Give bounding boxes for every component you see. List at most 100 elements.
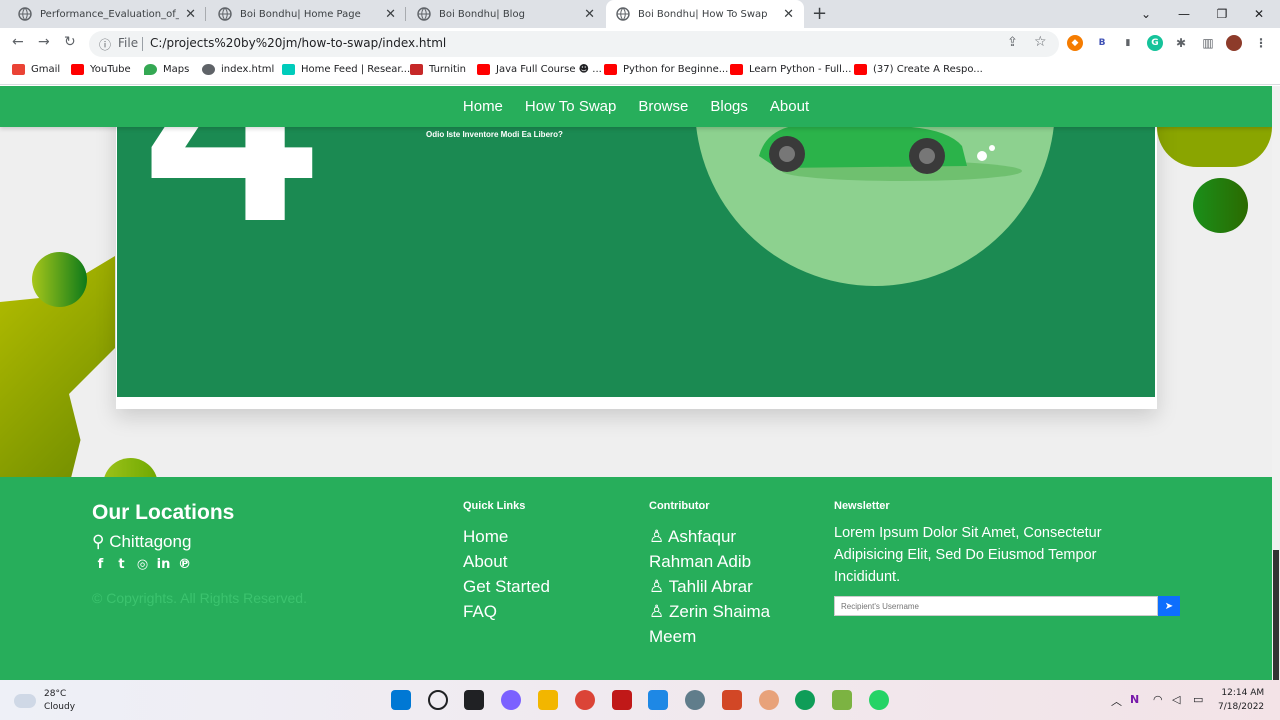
step-card-content: 4 Odio Iste Inventore Modi Ea Libero? (117, 86, 1155, 397)
twitter-icon[interactable]: t (113, 557, 130, 572)
tab-blog[interactable]: Boi Bondhu| Blog ✕ (407, 0, 605, 28)
tab-performance-evaluation[interactable]: Performance_Evaluation_of_Vario ✕ (8, 0, 206, 28)
minimize-icon[interactable]: — (1165, 0, 1203, 28)
whatsapp-icon[interactable] (869, 690, 889, 710)
close-tab-icon[interactable]: ✕ (584, 7, 595, 22)
edge-icon[interactable] (795, 690, 815, 710)
clock-date: 7/18/2022 (1218, 702, 1265, 712)
chat-icon[interactable] (501, 690, 521, 710)
close-tab-icon[interactable]: ✕ (783, 7, 794, 22)
start-icon[interactable] (391, 690, 411, 710)
quick-link-about[interactable]: About (463, 549, 550, 574)
bookmark-maps[interactable]: Maps (144, 64, 189, 75)
facebook-icon[interactable]: f (92, 557, 109, 572)
bookmark-gmail[interactable]: Gmail (12, 64, 60, 75)
nav-about[interactable]: About (770, 98, 809, 115)
quick-links-list: Home About Get Started FAQ (463, 524, 550, 624)
puzzle-extensions-icon[interactable]: ✱ (1173, 35, 1189, 51)
tab-home-page[interactable]: Boi Bondhu| Home Page ✕ (208, 0, 406, 28)
winrar-icon[interactable] (832, 690, 852, 710)
weather-widget[interactable]: 28°C Cloudy (14, 688, 75, 714)
file-explorer-icon[interactable] (538, 690, 558, 710)
contributor-item: ♙ Tahlil Abrar (649, 577, 753, 596)
show-hidden-icons-chevron-icon[interactable]: ︿ (1111, 693, 1122, 709)
info-icon[interactable]: ⓘ (99, 36, 111, 53)
profile-avatar[interactable] (1226, 35, 1242, 51)
battery-icon[interactable]: ▭ (1193, 693, 1203, 706)
bookmark-index[interactable]: index.html (202, 64, 274, 75)
system-clock[interactable]: 12:14 AM 7/18/2022 (1218, 686, 1264, 714)
globe-icon (202, 64, 215, 75)
bookmarks-bar: Gmail YouTube Maps index.html Home Feed … (0, 59, 1280, 85)
nav-home[interactable]: Home (463, 98, 503, 115)
bookmark-java-course[interactable]: Java Full Course ☻ ... (477, 64, 602, 75)
settings-gear-icon[interactable] (685, 690, 705, 710)
bookmark-star-icon[interactable]: ☆ (1034, 34, 1047, 50)
grammarly-icon[interactable]: G (1147, 35, 1163, 51)
search-icon[interactable] (428, 690, 448, 710)
quick-link-home[interactable]: Home (463, 524, 550, 549)
youtube-icon (854, 64, 867, 75)
bookmark-researchgate[interactable]: Home Feed | Resear... (282, 64, 410, 75)
youtube-icon (477, 64, 490, 75)
tab-how-to-swap[interactable]: Boi Bondhu| How To Swap ✕ (606, 0, 804, 28)
volume-icon[interactable]: ◁ (1172, 693, 1180, 706)
contributor-list: ♙ Ashfaqur Rahman Adib ♙ Tahlil Abrar ♙ … (649, 524, 799, 649)
new-tab-icon[interactable]: + (812, 3, 827, 24)
photos-icon[interactable] (648, 690, 668, 710)
nav-how-to-swap[interactable]: How To Swap (525, 98, 616, 115)
chrome-icon[interactable] (575, 690, 595, 710)
url-text[interactable]: C:/projects%20by%20jm/how-to-swap/index.… (150, 36, 446, 50)
browser-toolbar: ← → ↻ ⓘ File C:/projects%20by%20jm/how-t… (0, 28, 1280, 59)
address-bar[interactable]: ⓘ File C:/projects%20by%20jm/how-to-swap… (89, 31, 1059, 57)
person-icon: ♙ (649, 527, 665, 546)
side-panel-icon[interactable]: ▥ (1200, 35, 1216, 51)
newsletter-send-button[interactable]: ➤ (1158, 596, 1180, 616)
bookmark-learn-python[interactable]: Learn Python - Full... (730, 64, 851, 75)
cloud-icon (14, 694, 36, 708)
youtube-icon (71, 64, 84, 75)
forward-icon[interactable]: → (38, 34, 50, 50)
bookmark-create-responsive[interactable]: (37) Create A Respo... (854, 64, 983, 75)
extension-b-icon[interactable]: B (1094, 35, 1110, 51)
mcafee-icon[interactable] (612, 690, 632, 710)
globe-icon (218, 7, 232, 21)
linkedin-icon[interactable]: in (155, 557, 172, 572)
step-card: 4 Odio Iste Inventore Modi Ea Libero? (116, 86, 1157, 409)
weather-temp: 28°C (44, 689, 67, 699)
nav-blogs[interactable]: Blogs (710, 98, 748, 115)
site-navbar: Home How To Swap Browse Blogs About (0, 86, 1272, 127)
close-tab-icon[interactable]: ✕ (385, 7, 396, 22)
wifi-icon[interactable]: ◠ (1153, 693, 1163, 706)
extension-icon[interactable]: ◆ (1067, 35, 1083, 51)
bookmark-python-beginners[interactable]: Python for Beginne... (604, 64, 728, 75)
page-scrollbar-thumb[interactable] (1273, 550, 1279, 680)
share-icon[interactable]: ⇪ (1007, 35, 1018, 50)
site-footer: Our Locations ⚲ Chittagong f t ◎ in ℗ © … (0, 477, 1272, 680)
social-links: f t ◎ in ℗ (92, 557, 193, 572)
powerpoint-icon[interactable] (722, 690, 742, 710)
map-marker-icon: ⚲ (92, 532, 105, 551)
onenote-icon[interactable]: N (1130, 693, 1139, 706)
instagram-icon[interactable]: ◎ (134, 557, 151, 572)
newsletter-username-input[interactable] (834, 596, 1158, 616)
newsletter-text: Lorem Ipsum Dolor Sit Amet, Consectetur … (834, 525, 1102, 585)
tab-search-chevron-icon[interactable]: ⌄ (1127, 0, 1165, 28)
file-label: File (118, 36, 139, 50)
nav-browse[interactable]: Browse (638, 98, 688, 115)
quick-link-faq[interactable]: FAQ (463, 599, 550, 624)
quick-link-get-started[interactable]: Get Started (463, 574, 550, 599)
reload-icon[interactable]: ↻ (64, 34, 76, 50)
location-city: ⚲ Chittagong (92, 532, 192, 551)
close-window-icon[interactable]: ✕ (1240, 0, 1278, 28)
pinterest-icon[interactable]: ℗ (176, 557, 193, 572)
close-tab-icon[interactable]: ✕ (185, 7, 196, 22)
task-view-icon[interactable] (464, 690, 484, 710)
back-icon[interactable]: ← (12, 34, 24, 50)
extension-bars-icon[interactable]: ▮ (1120, 35, 1136, 51)
restore-icon[interactable]: ❐ (1203, 0, 1241, 28)
menu-kebab-icon[interactable]: ⋮ (1253, 35, 1269, 51)
chrome-profile-icon[interactable] (759, 690, 779, 710)
bookmark-youtube[interactable]: YouTube (71, 64, 131, 75)
bookmark-turnitin[interactable]: Turnitin (410, 64, 466, 75)
